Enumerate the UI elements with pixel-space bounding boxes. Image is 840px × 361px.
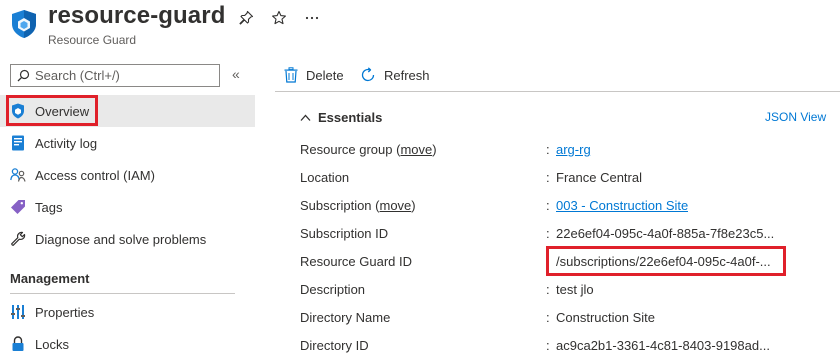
page-subtitle: Resource Guard <box>48 33 137 47</box>
label-location: Location <box>300 170 350 185</box>
highlight-box-resource-guard-id <box>546 246 786 276</box>
nav-item-label: Activity log <box>35 135 98 151</box>
people-icon <box>10 167 26 183</box>
tag-icon <box>10 199 26 215</box>
label-resource-group: Resource group (move) <box>300 142 437 157</box>
label-subscription-id: Subscription ID <box>300 226 389 241</box>
nav-divider <box>10 293 235 294</box>
colon: : <box>546 282 550 297</box>
wrench-icon <box>10 231 26 247</box>
colon: : <box>546 226 550 241</box>
search-input[interactable] <box>35 68 215 83</box>
nav-item-label: Properties <box>35 304 95 320</box>
nav-section-management: Management <box>10 271 90 286</box>
trash-icon <box>284 67 298 83</box>
nav-item-activity-log[interactable]: Activity log <box>0 127 255 159</box>
value-subscription-link[interactable]: 003 - Construction Site <box>556 198 688 213</box>
refresh-button[interactable]: Refresh <box>360 65 430 85</box>
label-resource-guard-id: Resource Guard ID <box>300 254 412 269</box>
more-options-icon[interactable] <box>302 8 322 28</box>
properties-icon <box>10 304 26 320</box>
nav-item-tags[interactable]: Tags <box>0 191 255 223</box>
essentials-title: Essentials <box>318 110 383 125</box>
page-title: resource-guard <box>48 2 226 29</box>
nav-item-label: Diagnose and solve problems <box>35 231 207 247</box>
nav-item-access-control[interactable]: Access control (IAM) <box>0 159 255 191</box>
toolbar-divider <box>275 91 840 92</box>
value-directory-name: Construction Site <box>556 310 655 325</box>
nav-item-label: Tags <box>35 199 63 215</box>
move-subscription-link[interactable]: move <box>380 198 412 213</box>
label-directory-id: Directory ID <box>300 338 369 353</box>
label-directory-name: Directory Name <box>300 310 391 325</box>
nav-item-locks[interactable]: Locks <box>0 328 255 360</box>
refresh-label: Refresh <box>384 67 430 83</box>
favorite-star-icon[interactable] <box>269 8 289 28</box>
search-box[interactable] <box>10 64 220 87</box>
colon: : <box>546 310 550 325</box>
colon: : <box>546 142 550 157</box>
search-icon <box>17 69 30 82</box>
delete-button[interactable]: Delete <box>284 65 344 85</box>
value-subscription-id: 22e6ef04-095c-4a0f-885a-7f8e23c5... <box>556 226 775 241</box>
activity-log-icon <box>10 135 26 151</box>
colon: : <box>546 198 550 213</box>
label-description: Description <box>300 282 366 297</box>
colon: : <box>546 170 550 185</box>
pin-icon[interactable] <box>236 8 256 28</box>
nav-item-label: Locks <box>35 336 69 352</box>
nav-item-diagnose[interactable]: Diagnose and solve problems <box>0 223 255 255</box>
essentials-toggle[interactable]: Essentials <box>300 110 382 125</box>
value-description: test jlo <box>556 282 594 297</box>
value-resource-group-link[interactable]: arg-rg <box>556 142 591 157</box>
delete-label: Delete <box>306 67 344 83</box>
json-view-link[interactable]: JSON View <box>765 110 826 124</box>
collapse-nav-icon[interactable]: « <box>232 66 240 82</box>
nav-item-properties[interactable]: Properties <box>0 296 255 328</box>
highlight-box-overview <box>6 95 98 126</box>
refresh-icon <box>360 67 376 83</box>
value-location: France Central <box>556 170 642 185</box>
label-subscription: Subscription (move) <box>300 198 416 213</box>
chevron-up-icon <box>300 114 311 122</box>
nav-item-label: Access control (IAM) <box>35 167 155 183</box>
lock-icon <box>10 336 26 352</box>
value-directory-id: ac9ca2b1-3361-4c81-8403-9198ad... <box>556 338 770 353</box>
resource-guard-shield-icon <box>8 8 40 40</box>
colon: : <box>546 338 550 353</box>
move-resource-group-link[interactable]: move <box>400 142 432 157</box>
